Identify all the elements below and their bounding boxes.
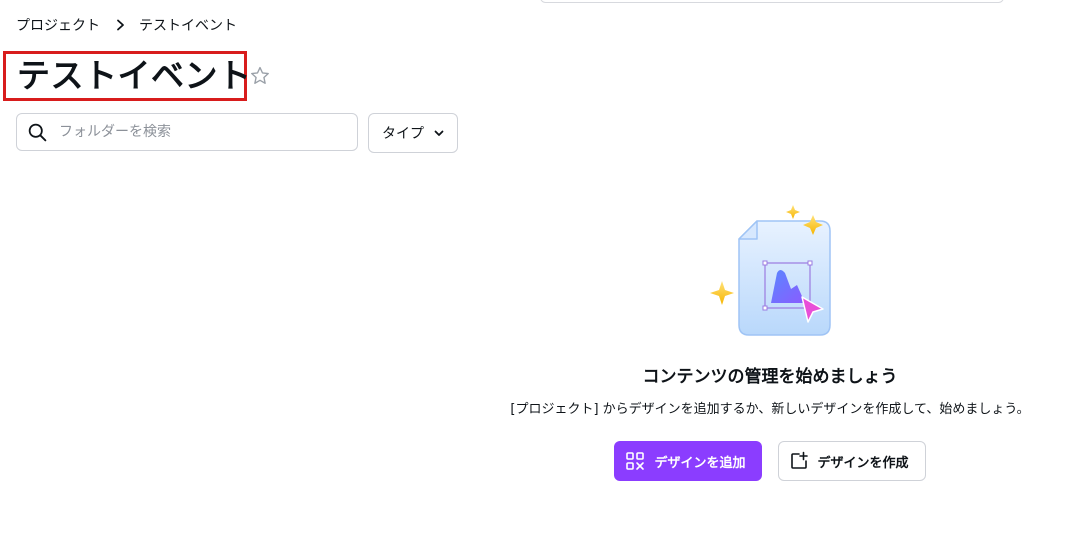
favorite-button[interactable] [248, 64, 272, 88]
create-design-button[interactable]: デザインを作成 [777, 441, 926, 481]
empty-state-actions: デザインを追加 デザインを作成 [614, 441, 926, 481]
page-title-highlight: テストイベント [3, 51, 251, 101]
search-icon [27, 122, 48, 143]
top-search-bar-edge [540, 0, 1004, 3]
add-design-grid-icon [626, 452, 645, 470]
add-design-button[interactable]: デザインを追加 [614, 441, 762, 481]
add-design-label: デザインを追加 [654, 455, 746, 471]
type-filter-dropdown[interactable]: タイプ [368, 113, 458, 153]
empty-state: コンテンツの管理を始めましょう [プロジェクト] からデザインを追加するか、新し… [480, 205, 1060, 481]
new-design-icon [790, 451, 808, 469]
create-design-label: デザインを作成 [817, 455, 909, 471]
folder-search[interactable] [16, 113, 358, 151]
empty-state-title: コンテンツの管理を始めましょう [642, 367, 898, 387]
breadcrumb-item-projects[interactable]: プロジェクト [16, 15, 100, 35]
type-filter-label: タイプ [382, 126, 424, 142]
chevron-down-icon [434, 125, 444, 141]
chevron-right-icon [116, 19, 125, 31]
breadcrumb: プロジェクト テストイベント [16, 15, 237, 35]
search-input[interactable] [57, 123, 357, 141]
star-outline-icon [251, 66, 269, 84]
empty-document-illustration-icon [710, 205, 831, 336]
page-title: テストイベント [17, 56, 252, 95]
breadcrumb-item-current: テストイベント [139, 18, 237, 34]
projects-page: プロジェクト テストイベント テストイベント タイプ [0, 0, 1069, 558]
empty-state-description: [プロジェクト] からデザインを追加するか、新しいデザインを作成して、始めましょ… [510, 402, 1030, 417]
